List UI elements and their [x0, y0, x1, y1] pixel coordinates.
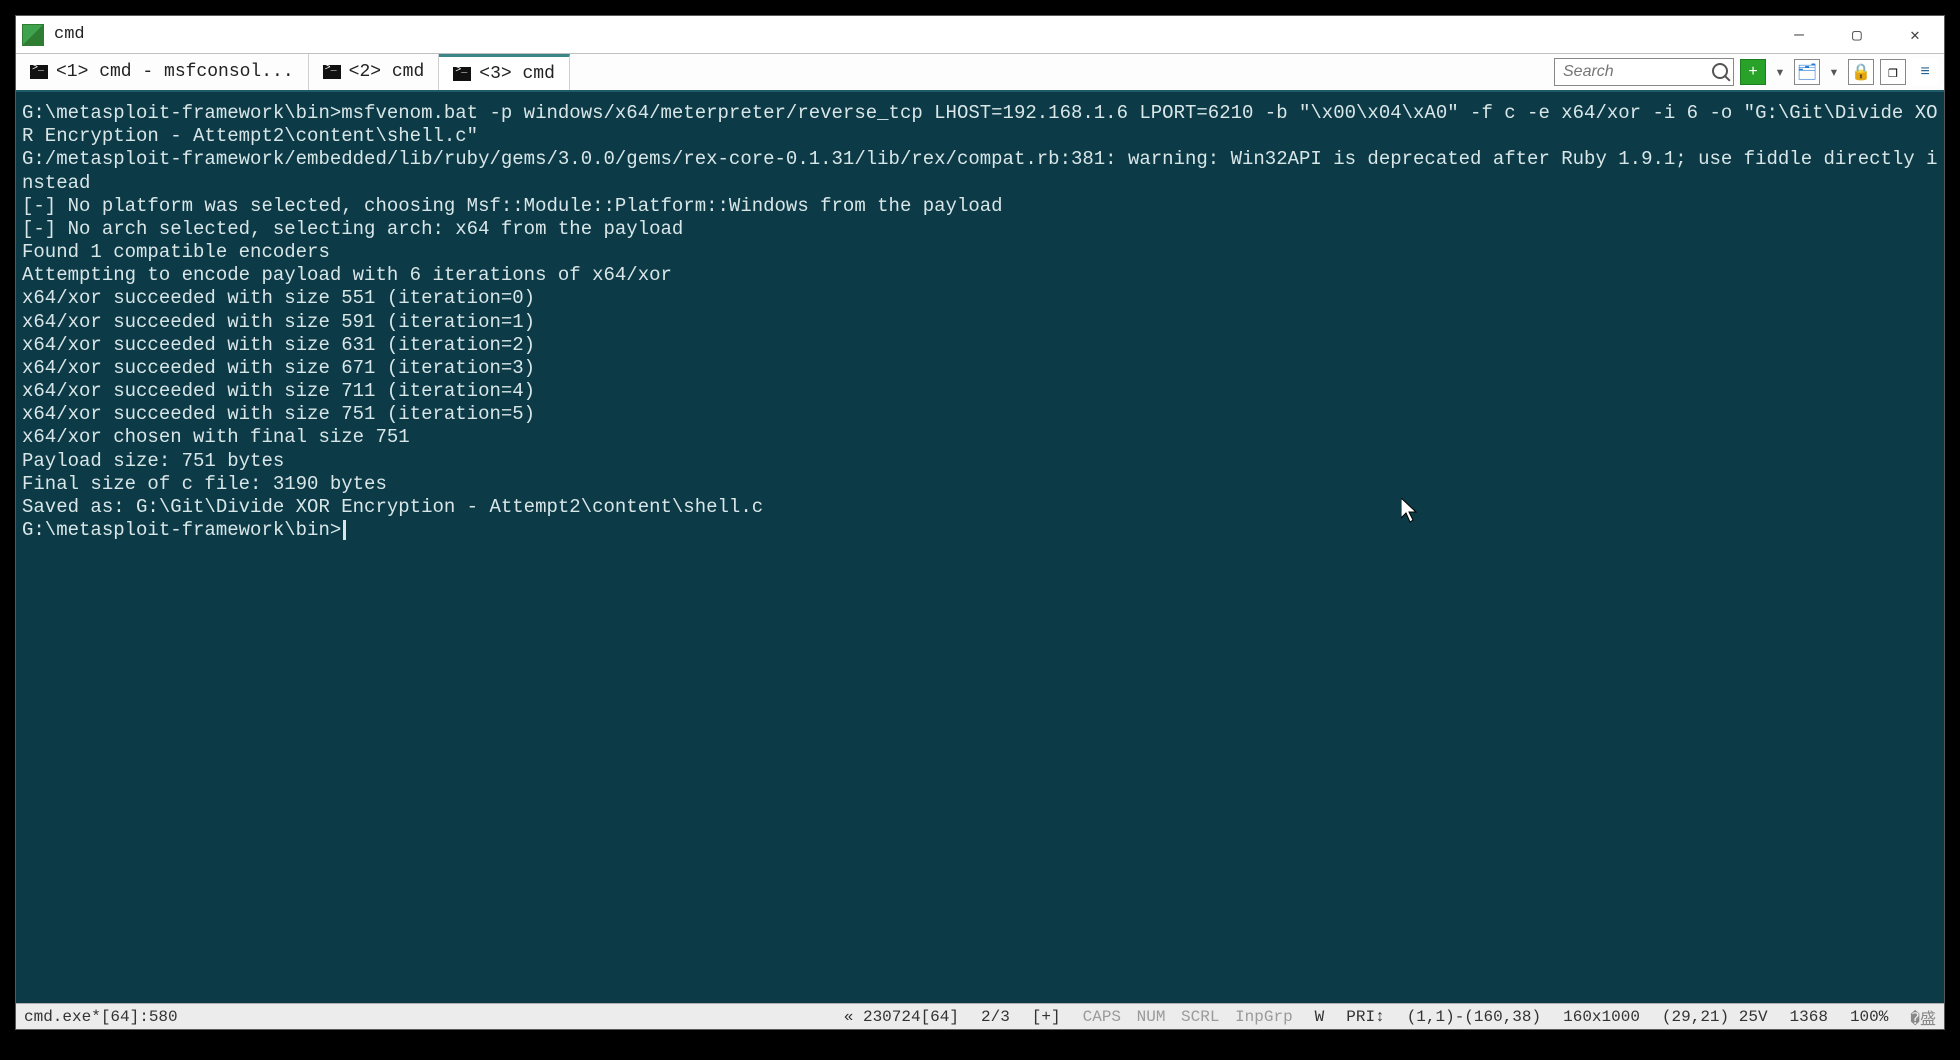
terminal-line: Attempting to encode payload with 6 iter…: [22, 264, 1940, 287]
status-plus[interactable]: [+]: [1032, 1008, 1061, 1026]
terminal-line: [-] No platform was selected, choosing M…: [22, 195, 1940, 218]
app-window: cmd — ▢ ✕ <1> cmd - msfconsol...<2> cmd<…: [15, 15, 1945, 1030]
terminal-line: x64/xor succeeded with size 711 (iterati…: [22, 380, 1940, 403]
titlebar: cmd — ▢ ✕: [16, 16, 1944, 54]
status-scrl: SCRL: [1181, 1008, 1219, 1026]
new-tab-dropdown-icon[interactable]: ▾: [1772, 62, 1788, 82]
resize-grip-icon[interactable]: �盛: [1910, 1005, 1936, 1029]
new-tab-button[interactable]: +: [1740, 59, 1766, 85]
terminal-line: G:\metasploit-framework\bin>: [22, 519, 1940, 542]
tab-2[interactable]: <3> cmd: [439, 54, 570, 90]
terminal-line: G:/metasploit-framework/embedded/lib/rub…: [22, 148, 1940, 194]
status-process: cmd.exe*[64]:580: [24, 1008, 178, 1026]
status-size: 1368: [1790, 1008, 1828, 1026]
tabbar: <1> cmd - msfconsol... <2> cmd <3> cmd + ▾…: [16, 54, 1944, 92]
terminal-line: x64/xor succeeded with size 751 (iterati…: [22, 403, 1940, 426]
text-cursor: [343, 520, 346, 540]
terminal-line: x64/xor chosen with final size 751: [22, 426, 1940, 449]
search-icon: [1712, 63, 1728, 79]
lock-button[interactable]: 🔒: [1848, 59, 1874, 85]
tabs: <1> cmd - msfconsol... <2> cmd <3> cmd: [16, 54, 570, 90]
terminal-line: Found 1 compatible encoders: [22, 241, 1940, 264]
tab-label: <3> cmd: [479, 64, 555, 84]
status-sel: (1,1)-(160,38): [1407, 1008, 1541, 1026]
menu-button[interactable]: ≡: [1912, 59, 1938, 85]
search-input-wrap: [1554, 58, 1734, 86]
status-w: W: [1315, 1008, 1325, 1026]
status-chars: « 230724[64]: [844, 1008, 959, 1026]
terminal-line: G:\metasploit-framework\bin>msfvenom.bat…: [22, 102, 1940, 148]
status-pri: PRI↕: [1346, 1008, 1384, 1026]
close-button[interactable]: ✕: [1886, 16, 1944, 54]
cmd-icon: [30, 65, 48, 79]
window-mode-button[interactable]: ❐: [1880, 59, 1906, 85]
status-inpgrp: InpGrp: [1235, 1008, 1293, 1026]
tab-0[interactable]: <1> cmd - msfconsol...: [16, 54, 309, 90]
terminal-line: x64/xor succeeded with size 591 (iterati…: [22, 311, 1940, 334]
status-num: NUM: [1137, 1008, 1166, 1026]
terminal-line: x64/xor succeeded with size 631 (iterati…: [22, 334, 1940, 357]
tab-1[interactable]: <2> cmd: [309, 54, 440, 90]
status-caps: CAPS: [1083, 1008, 1121, 1026]
terminal-line: x64/xor succeeded with size 551 (iterati…: [22, 287, 1940, 310]
statusbar: cmd.exe*[64]:580 « 230724[64] 2/3 [+] CA…: [16, 1003, 1944, 1029]
window-title: cmd: [54, 25, 85, 44]
status-tab-index: 2/3: [981, 1008, 1010, 1026]
status-dim: 160x1000: [1563, 1008, 1640, 1026]
status-cursor: (29,21) 25V: [1662, 1008, 1768, 1026]
cmd-icon: [453, 67, 471, 81]
search-input[interactable]: [1554, 58, 1734, 86]
status-zoom: 100%: [1850, 1008, 1888, 1026]
terminal-line: Payload size: 751 bytes: [22, 450, 1940, 473]
terminal-line: x64/xor succeeded with size 671 (iterati…: [22, 357, 1940, 380]
tab-label: <1> cmd - msfconsol...: [56, 62, 294, 82]
terminal[interactable]: G:\metasploit-framework\bin>msfvenom.bat…: [16, 92, 1944, 1003]
explorer-dropdown-icon[interactable]: ▾: [1826, 62, 1842, 82]
cmd-icon: [323, 65, 341, 79]
terminal-line: Saved as: G:\Git\Divide XOR Encryption -…: [22, 496, 1940, 519]
minimize-button[interactable]: —: [1770, 16, 1828, 54]
maximize-button[interactable]: ▢: [1828, 16, 1886, 54]
terminal-line: [-] No arch selected, selecting arch: x6…: [22, 218, 1940, 241]
tab-label: <2> cmd: [349, 62, 425, 82]
app-icon: [22, 24, 44, 46]
explorer-button[interactable]: 🗂: [1794, 59, 1820, 85]
terminal-line: Final size of c file: 3190 bytes: [22, 473, 1940, 496]
